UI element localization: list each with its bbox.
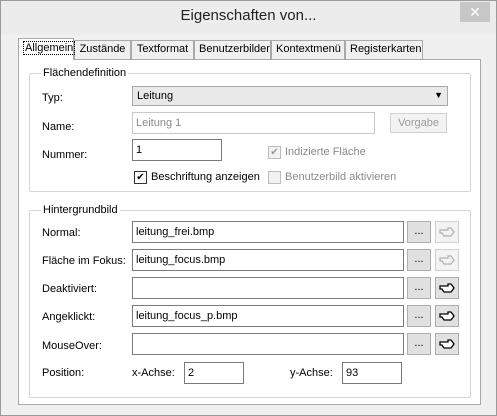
- close-icon: ✕: [469, 4, 481, 20]
- name-label: Name:: [42, 121, 75, 133]
- tab-registerkarten[interactable]: Registerkarten: [345, 40, 423, 59]
- clicked-browse-button[interactable]: ...: [407, 305, 431, 327]
- tab-textformat[interactable]: Textformat: [131, 40, 194, 59]
- disabled-image-field[interactable]: [132, 277, 404, 299]
- type-label: Typ:: [42, 92, 63, 104]
- type-select[interactable]: Leitung ▼: [132, 86, 448, 106]
- focus-image-field[interactable]: leitung_focus.bmp: [132, 249, 404, 271]
- position-label: Position:: [42, 367, 85, 379]
- clicked-image-field[interactable]: leitung_focus_p.bmp: [132, 305, 404, 327]
- normal-browse-button[interactable]: ...: [407, 221, 431, 243]
- show-caption-label: Beschriftung anzeigen: [151, 171, 260, 183]
- hand-pointer-icon: [439, 255, 455, 265]
- indexed-area-label: Indizierte Fläche: [285, 146, 366, 158]
- tab-benutzerbilder[interactable]: Benutzerbilder: [194, 40, 271, 59]
- mouseover-label: MouseOver:: [42, 340, 102, 352]
- show-caption-checkbox[interactable]: ✔: [134, 171, 147, 184]
- hand-pointer-icon: [439, 283, 455, 293]
- background-image-legend: Hintergrundbild: [41, 204, 120, 216]
- mouseover-pick-button[interactable]: [435, 333, 459, 355]
- number-label: Nummer:: [42, 149, 88, 161]
- x-axis-label: x-Achse:: [132, 367, 175, 379]
- close-button[interactable]: ✕: [460, 2, 490, 22]
- tab-label: Kontextmenü: [276, 43, 341, 55]
- x-axis-field[interactable]: 2: [184, 362, 244, 384]
- user-image-checkbox[interactable]: [268, 171, 281, 184]
- y-axis-label: y-Achse:: [290, 367, 333, 379]
- chevron-down-icon: ▼: [434, 90, 443, 100]
- tab-label: Allgemein: [23, 41, 76, 55]
- number-field[interactable]: 1: [132, 139, 222, 161]
- normal-pick-button[interactable]: [435, 221, 459, 243]
- hand-pointer-icon: [439, 311, 455, 321]
- tab-label: Zustände: [79, 43, 126, 55]
- focus-browse-button[interactable]: ...: [407, 249, 431, 271]
- tab-allgemein[interactable]: Allgemein: [18, 38, 76, 60]
- properties-dialog: Eigenschaften von... ✕ Allgemein Zuständ…: [0, 0, 497, 416]
- disabled-pick-button[interactable]: [435, 277, 459, 299]
- tab-label: Registerkarten: [350, 43, 422, 55]
- user-image-label: Benutzerbild aktivieren: [285, 171, 397, 183]
- tab-zustaende[interactable]: Zustände: [74, 40, 131, 59]
- hand-pointer-icon: [439, 339, 455, 349]
- type-select-value: Leitung: [137, 90, 174, 102]
- tab-label: Benutzerbilder: [199, 43, 270, 55]
- indexed-area-checkbox[interactable]: ✔: [268, 146, 281, 159]
- clicked-pick-button[interactable]: [435, 305, 459, 327]
- disabled-label: Deaktiviert:: [42, 283, 98, 295]
- default-button[interactable]: Vorgabe: [390, 113, 447, 133]
- window-title: Eigenschaften von...: [180, 7, 317, 24]
- focus-pick-button[interactable]: [435, 249, 459, 271]
- mouseover-image-field[interactable]: [132, 333, 404, 355]
- area-definition-legend: Flächendefinition: [41, 67, 129, 79]
- tab-panel-allgemein: Flächendefinition Typ: Leitung ▼ Name: L…: [18, 59, 481, 405]
- focus-label: Fläche im Fokus:: [42, 255, 126, 267]
- title-bar: Eigenschaften von... ✕: [1, 1, 496, 35]
- hand-pointer-icon: [439, 227, 455, 237]
- tab-kontextmenue[interactable]: Kontextmenü: [271, 40, 345, 59]
- clicked-label: Angeklickt:: [42, 311, 96, 323]
- normal-image-field[interactable]: leitung_frei.bmp: [132, 221, 404, 243]
- disabled-browse-button[interactable]: ...: [407, 277, 431, 299]
- mouseover-browse-button[interactable]: ...: [407, 333, 431, 355]
- tab-label: Textformat: [136, 43, 189, 55]
- normal-label: Normal:: [42, 227, 81, 239]
- name-field[interactable]: Leitung 1: [132, 112, 375, 134]
- y-axis-field[interactable]: 93: [342, 362, 402, 384]
